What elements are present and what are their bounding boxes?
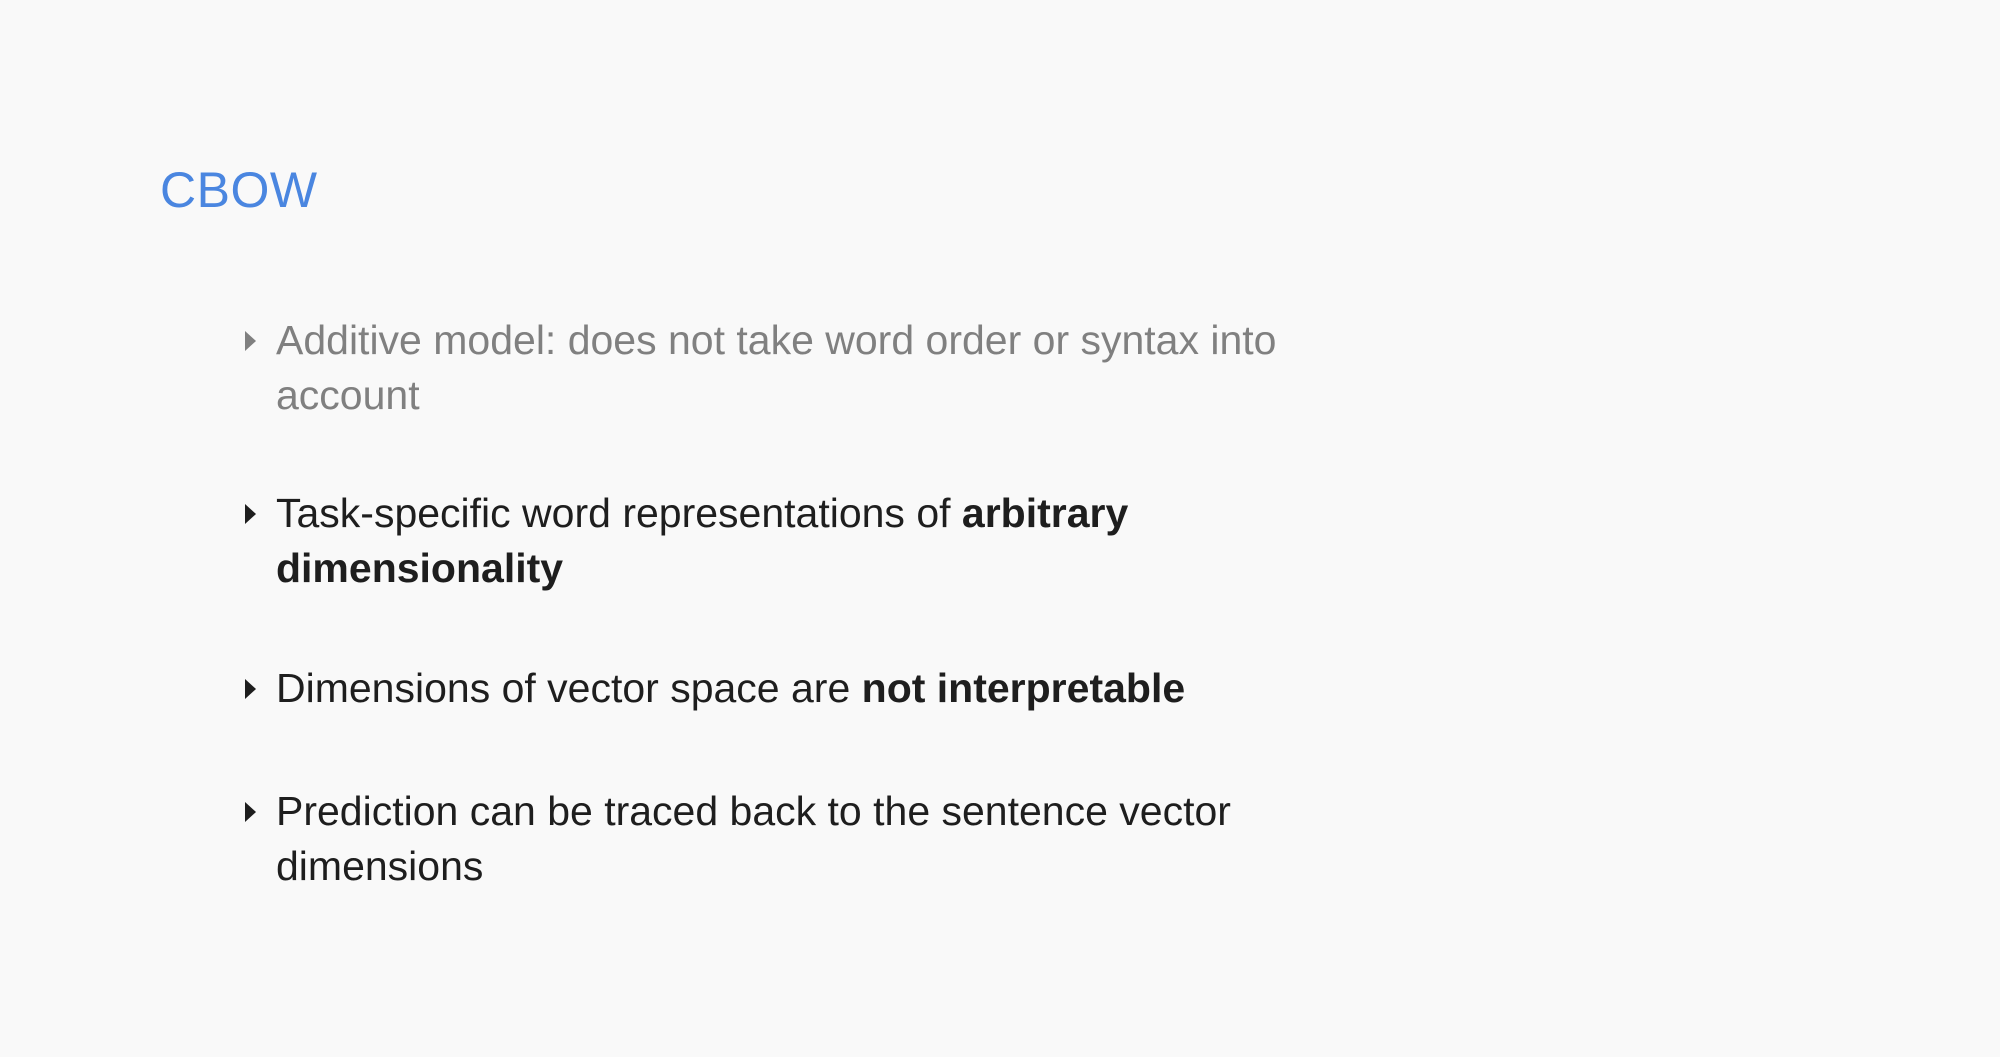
bullet-text-plain: Additive model: does not take word order… [276,317,1277,418]
triangle-right-icon [243,313,276,368]
bullet-text-plain: Dimensions of vector space are [276,665,862,711]
triangle-right-icon [243,486,276,541]
bullet-item-prediction: Prediction can be traced back to the sen… [243,784,1363,894]
bullet-text-bold: not interpretable [861,665,1186,711]
triangle-right-icon [243,661,276,716]
slide: CBOW Additive model: does not take word … [0,0,2000,1057]
bullet-item-additive-model: Additive model: does not take word order… [243,313,1363,423]
bullet-text-plain: Task-specific word representations of [276,490,962,536]
bullet-text: Prediction can be traced back to the sen… [276,784,1363,894]
slide-title: CBOW [160,162,318,218]
bullet-text: Task-specific word representations of ar… [276,486,1363,596]
bullet-text-plain: Prediction can be traced back to the sen… [276,788,1231,889]
bullet-item-dimensions: Dimensions of vector space are not inter… [243,661,1363,716]
bullet-text: Dimensions of vector space are not inter… [276,661,1363,716]
triangle-right-icon [243,784,276,839]
bullet-item-task-specific: Task-specific word representations of ar… [243,486,1363,596]
bullet-text: Additive model: does not take word order… [276,313,1363,423]
